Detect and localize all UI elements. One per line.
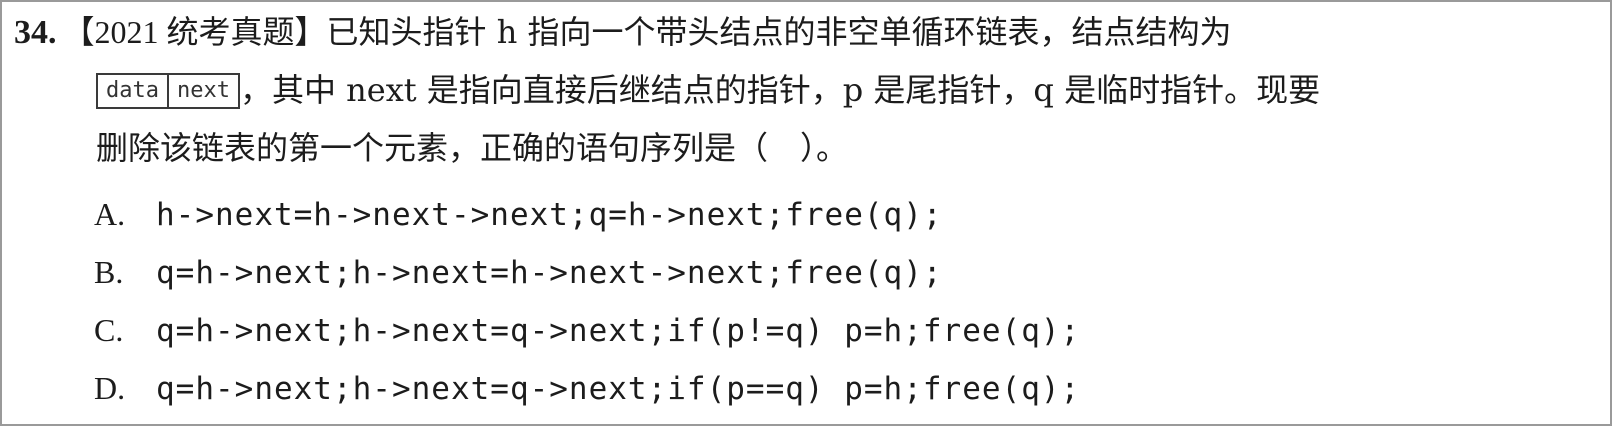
question-line-3: 删除该链表的第一个元素，正确的语句序列是（ ）。 [96,128,848,168]
option-b-label: B. [94,254,124,290]
option-a[interactable]: A. h->next=h->next->next;q=h->next;free(q… [94,194,943,235]
option-d[interactable]: D. q=h->next;h->next=q->next;if(p==q) p=h… [94,368,1080,409]
question-number: 34. [14,14,57,51]
question-line-1: 34. 【2021 统考真题】已知头指针 h 指向一个带头结点的非空单循环链表，结… [14,12,1231,53]
option-c-code: q=h->next;h->next=q->next;if(p!=q) p=h;f… [156,313,1081,349]
option-a-code: h->next=h->next->next;q=h->next;free(q); [156,197,943,233]
question-source: 【2021 统考真题】 [62,14,327,50]
question-text-3: 删除该链表的第一个元素，正确的语句序列是（ ）。 [96,129,849,167]
option-b-code: q=h->next;h->next=h->next->next;free(q); [156,255,943,291]
question-line-2: data next ，其中 next 是指向直接后继结点的指针，p 是尾指针，q… [96,70,1320,111]
option-d-label: D. [94,370,126,406]
option-a-label: A. [94,196,126,232]
option-d-code: q=h->next;h->next=q->next;if(p==q) p=h;f… [156,371,1081,407]
question-card: 34. 【2021 统考真题】已知头指针 h 指向一个带头结点的非空单循环链表，结… [0,0,1612,426]
node-field-next: next [176,77,230,103]
question-text-1: 已知头指针 h 指向一个带头结点的非空单循环链表，结点结构为 [326,13,1232,51]
question-text-2: ，其中 next 是指向直接后继结点的指针，p 是尾指针，q 是临时指针。现要 [239,71,1321,109]
option-c[interactable]: C. q=h->next;h->next=q->next;if(p!=q) p=h… [94,310,1080,351]
node-field-data: data [98,74,169,107]
node-structure-diagram: data next [96,72,240,109]
option-b[interactable]: B. q=h->next;h->next=h->next->next;free(q… [94,252,943,293]
option-c-label: C. [94,312,124,348]
